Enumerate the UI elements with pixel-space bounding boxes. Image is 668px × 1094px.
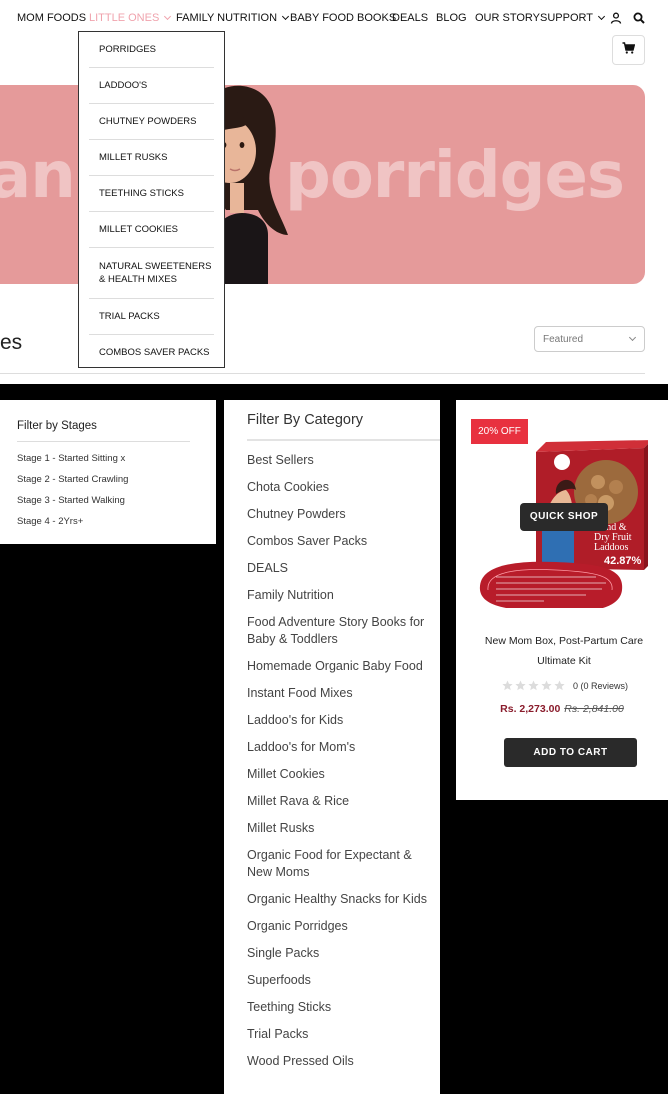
dropdown-item-combos-saver-packs[interactable]: COMBOS SAVER PACKS [89, 335, 214, 370]
search-icon[interactable] [633, 12, 645, 24]
page-title: es [0, 331, 23, 354]
category-item[interactable]: Instant Food Mixes [247, 685, 427, 702]
cart-button[interactable] [612, 35, 645, 65]
category-item[interactable]: Organic Healthy Snacks for Kids [247, 891, 427, 908]
category-item[interactable]: Laddoo's for Mom's [247, 739, 427, 756]
star-icon [502, 680, 513, 691]
category-item[interactable]: Combos Saver Packs [247, 533, 427, 550]
nav-little-ones-label: LITTLE ONES [89, 12, 160, 24]
nav-support-label: SUPPORT [540, 12, 593, 24]
dropdown-item-laddoos[interactable]: LADDOO'S [89, 68, 214, 104]
stage-item-1[interactable]: Stage 1 - Started Sitting x [17, 452, 128, 473]
category-item[interactable]: Superfoods [247, 972, 427, 989]
star-icon [515, 680, 526, 691]
category-item[interactable]: Millet Cookies [247, 766, 427, 783]
filter-category-heading: Filter By Category [247, 412, 364, 428]
sort-value: Featured [543, 334, 584, 345]
stage-item-3[interactable]: Stage 3 - Started Walking [17, 494, 128, 515]
add-to-cart-button[interactable]: ADD TO CART [504, 738, 637, 767]
review-count[interactable]: 0 (0 Reviews) [573, 681, 628, 691]
quick-shop-button[interactable]: QUICK SHOP [520, 503, 608, 531]
sort-select[interactable]: Featured [534, 326, 645, 352]
banner-text-right: porridges [285, 139, 625, 213]
dropdown-item-millet-rusks[interactable]: MILLET RUSKS [89, 140, 214, 176]
cart-icon [622, 41, 636, 59]
little-ones-dropdown: PORRIDGES LADDOO'S CHUTNEY POWDERS MILLE… [78, 31, 225, 368]
star-icon [541, 680, 552, 691]
nav-family-nutrition-label: FAMILY NUTRITION [176, 12, 278, 24]
dropdown-item-millet-cookies[interactable]: MILLET COOKIES [89, 212, 214, 248]
category-item[interactable]: Trial Packs [247, 1026, 427, 1043]
nav-baby-food-books[interactable]: BABY FOOD BOOKS [290, 12, 396, 24]
dropdown-item-teething-sticks[interactable]: TEETHING STICKS [89, 176, 214, 212]
category-item[interactable]: Laddoo's for Kids [247, 712, 427, 729]
package-text-3: Laddoos [594, 542, 629, 553]
category-item[interactable]: Teething Sticks [247, 999, 427, 1016]
chevron-down-icon [597, 12, 606, 21]
category-item[interactable]: Chutney Powders [247, 506, 427, 523]
star-icon [554, 680, 565, 691]
discount-badge: 20% OFF [471, 419, 528, 444]
chevron-down-icon [164, 12, 172, 21]
category-item[interactable]: Millet Rusks [247, 820, 427, 837]
nav-little-ones[interactable]: LITTLE ONES [89, 12, 172, 24]
product-price: Rs. 2,273.00 Rs. 2,841.00 [456, 703, 668, 715]
category-item[interactable]: Chota Cookies [247, 479, 427, 496]
nav-deals[interactable]: DEALS [392, 12, 428, 24]
stage-list: Stage 1 - Started Sitting x Stage 2 - St… [17, 452, 128, 536]
category-item[interactable]: Organic Porridges [247, 918, 427, 935]
category-item[interactable]: DEALS [247, 560, 427, 577]
sale-price: Rs. 2,273.00 [500, 703, 561, 715]
category-item[interactable]: Best Sellers [247, 452, 427, 469]
nav-support[interactable]: SUPPORT [540, 12, 606, 24]
dropdown-item-natural-sweeteners[interactable]: NATURAL SWEETENERS & HEALTH MIXES [89, 248, 214, 299]
nav-family-nutrition[interactable]: FAMILY NUTRITION [176, 12, 290, 24]
dropdown-item-trial-packs[interactable]: TRIAL PACKS [89, 299, 214, 335]
category-item[interactable]: Millet Rava & Rice [247, 793, 427, 810]
package-percent: 42.87% [604, 555, 642, 567]
filter-stages-panel: Filter by Stages Stage 1 - Started Sitti… [0, 400, 216, 544]
dropdown-item-porridges[interactable]: PORRIDGES [89, 32, 214, 68]
stage-item-4[interactable]: Stage 4 - 2Yrs+ [17, 515, 128, 536]
category-item[interactable]: Organic Food for Expectant & New Moms [247, 847, 427, 881]
product-card[interactable]: Gond & Dry Fruit Laddoos 42.87% 20% OFF … [456, 400, 668, 800]
stage-item-2[interactable]: Stage 2 - Started Crawling [17, 473, 128, 494]
nav-our-story[interactable]: OUR STORY [475, 12, 540, 24]
category-item[interactable]: Family Nutrition [247, 587, 427, 604]
product-rating: 0 (0 Reviews) [502, 680, 628, 691]
category-item[interactable]: Single Packs [247, 945, 427, 962]
category-item[interactable]: Wood Pressed Oils [247, 1053, 427, 1070]
dropdown-item-chutney-powders[interactable]: CHUTNEY POWDERS [89, 104, 214, 140]
chevron-down-icon [282, 12, 290, 21]
user-icon[interactable] [610, 12, 622, 24]
category-item[interactable]: Homemade Organic Baby Food [247, 658, 427, 675]
chevron-down-icon [628, 333, 637, 342]
product-name[interactable]: New Mom Box, Post-Partum Care Ultimate K… [476, 631, 652, 671]
banner-text-left: an [0, 139, 76, 213]
filter-category-panel: Filter By Category Best Sellers Chota Co… [224, 400, 440, 1094]
category-item[interactable]: Food Adventure Story Books for Baby & To… [247, 614, 427, 648]
page-top: MOM FOODS LITTLE ONES FAMILY NUTRITION B… [0, 0, 668, 384]
divider [17, 441, 190, 442]
filter-stages-heading: Filter by Stages [17, 420, 97, 432]
divider [0, 373, 645, 374]
nav-mom-foods[interactable]: MOM FOODS [17, 12, 86, 24]
category-list: Best Sellers Chota Cookies Chutney Powde… [247, 452, 427, 1080]
divider [247, 439, 440, 441]
star-icon [528, 680, 539, 691]
compare-price: Rs. 2,841.00 [564, 703, 624, 715]
nav-blog[interactable]: BLOG [436, 12, 467, 24]
